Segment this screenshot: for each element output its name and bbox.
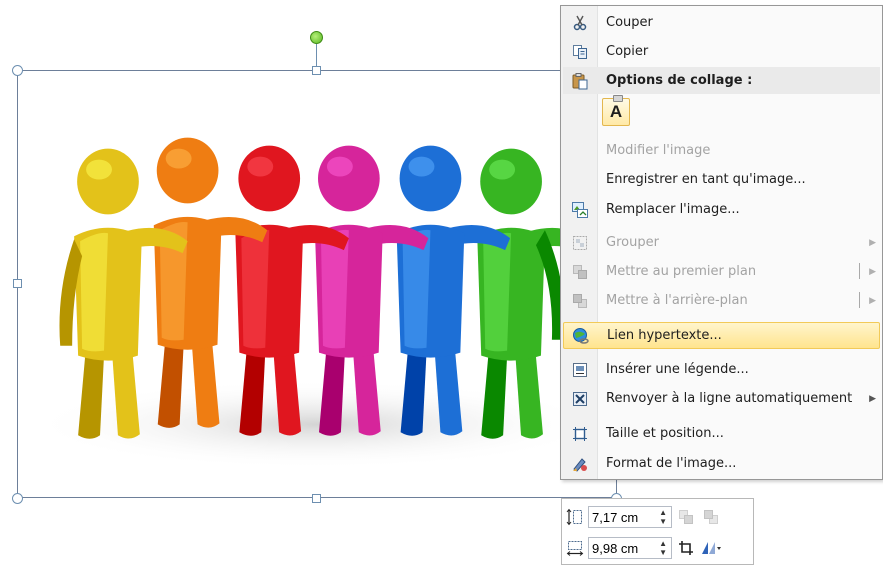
menu-item-size-position[interactable]: Taille et position... — [563, 420, 880, 447]
paste-keep-text-only-button[interactable]: A — [602, 95, 630, 126]
menu-item-wrap-text[interactable]: Renvoyer à la ligne automatiquement ▶ — [563, 385, 880, 412]
submenu-arrow-icon: ▶ — [869, 266, 876, 277]
menu-item-label: Modifier l'image — [606, 143, 711, 158]
menu-item-edit-picture[interactable]: Modifier l'image — [563, 137, 880, 164]
menu-item-label: Copier — [606, 44, 649, 59]
scissors-icon — [565, 12, 595, 34]
menu-item-label: Grouper — [606, 235, 659, 250]
shape-width-icon — [565, 538, 585, 558]
send-backward-icon — [565, 290, 595, 312]
send-backward-button[interactable] — [700, 506, 722, 528]
size-position-icon — [565, 423, 595, 445]
wrap-text-icon — [565, 388, 595, 410]
menu-item-label: Taille et position... — [606, 426, 724, 441]
format-picture-icon — [565, 453, 595, 475]
hyperlink-globe-icon — [566, 325, 596, 347]
height-row: 7,17 cm ▲ ▼ — [565, 504, 722, 530]
rotate-objects-button[interactable] — [700, 537, 722, 559]
split-divider — [859, 263, 860, 279]
menu-item-label: Options de collage : — [606, 73, 753, 88]
width-input[interactable]: 9,98 cm ▲ ▼ — [588, 537, 672, 559]
menu-item-save-as-picture[interactable]: Enregistrer en tant qu'image... — [563, 166, 880, 193]
menu-item-label: Enregistrer en tant qu'image... — [606, 172, 806, 187]
caption-icon — [565, 359, 595, 381]
size-mini-toolbar: 7,17 cm ▲ ▼ 9,98 cm ▲ ▼ — [561, 498, 754, 565]
menu-item-change-picture[interactable]: Remplacer l'image... — [563, 196, 880, 223]
copy-icon — [565, 41, 595, 63]
menu-item-label: Remplacer l'image... — [606, 202, 740, 217]
menu-item-label: Lien hypertexte... — [607, 328, 722, 343]
team-figures-illustration — [28, 137, 606, 470]
shape-height-icon — [565, 507, 585, 527]
submenu-arrow-icon: ▶ — [869, 295, 876, 306]
resize-handle-top[interactable] — [312, 66, 321, 75]
clipboard-icon — [565, 70, 595, 92]
menu-item-hyperlink[interactable]: Lien hypertexte... — [563, 322, 880, 349]
resize-handle-top-left[interactable] — [12, 65, 23, 76]
height-input[interactable]: 7,17 cm ▲ ▼ — [588, 506, 672, 528]
menu-item-label: Renvoyer à la ligne automatiquement — [606, 391, 853, 406]
bring-forward-button[interactable] — [675, 506, 697, 528]
width-value: 9,98 cm — [592, 540, 639, 556]
height-value: 7,17 cm — [592, 509, 639, 525]
menu-item-label: Format de l'image... — [606, 456, 737, 471]
group-icon — [565, 232, 595, 254]
menu-item-copy[interactable]: Copier — [563, 38, 880, 65]
menu-header-paste-options: Options de collage : — [563, 67, 880, 94]
menu-item-bring-to-front[interactable]: Mettre au premier plan ▶ — [563, 258, 880, 285]
split-divider — [859, 292, 860, 308]
width-row: 9,98 cm ▲ ▼ — [565, 535, 722, 561]
crop-button[interactable] — [675, 537, 697, 559]
selected-picture[interactable] — [17, 70, 617, 498]
width-spinner[interactable]: ▲ ▼ — [659, 539, 667, 557]
context-menu: Couper Copier Options de collage : A Mod… — [560, 5, 883, 480]
menu-item-label: Mettre au premier plan — [606, 264, 757, 279]
rotation-handle[interactable] — [310, 31, 323, 44]
document-canvas: Couper Copier Options de collage : A Mod… — [0, 0, 883, 565]
submenu-arrow-icon: ▶ — [869, 393, 876, 404]
submenu-arrow-icon: ▶ — [869, 237, 876, 248]
resize-handle-bottom-left[interactable] — [12, 493, 23, 504]
menu-item-send-to-back[interactable]: Mettre à l'arrière-plan ▶ — [563, 287, 880, 314]
menu-item-insert-caption[interactable]: Insérer une légende... — [563, 356, 880, 383]
menu-item-group[interactable]: Grouper ▶ — [563, 229, 880, 256]
height-spinner[interactable]: ▲ ▼ — [659, 508, 667, 526]
menu-item-format-picture[interactable]: Format de l'image... — [563, 450, 880, 477]
bring-forward-icon — [565, 261, 595, 283]
resize-handle-bottom[interactable] — [312, 494, 321, 503]
clipboard-clip-icon — [613, 95, 623, 102]
resize-handle-left[interactable] — [13, 279, 22, 288]
menu-item-cut[interactable]: Couper — [563, 9, 880, 36]
replace-image-icon — [565, 199, 595, 221]
menu-item-label: Mettre à l'arrière-plan — [606, 293, 748, 308]
menu-item-label: Couper — [606, 15, 653, 30]
menu-item-label: Insérer une légende... — [606, 362, 749, 377]
paste-option-glyph: A — [609, 102, 623, 121]
